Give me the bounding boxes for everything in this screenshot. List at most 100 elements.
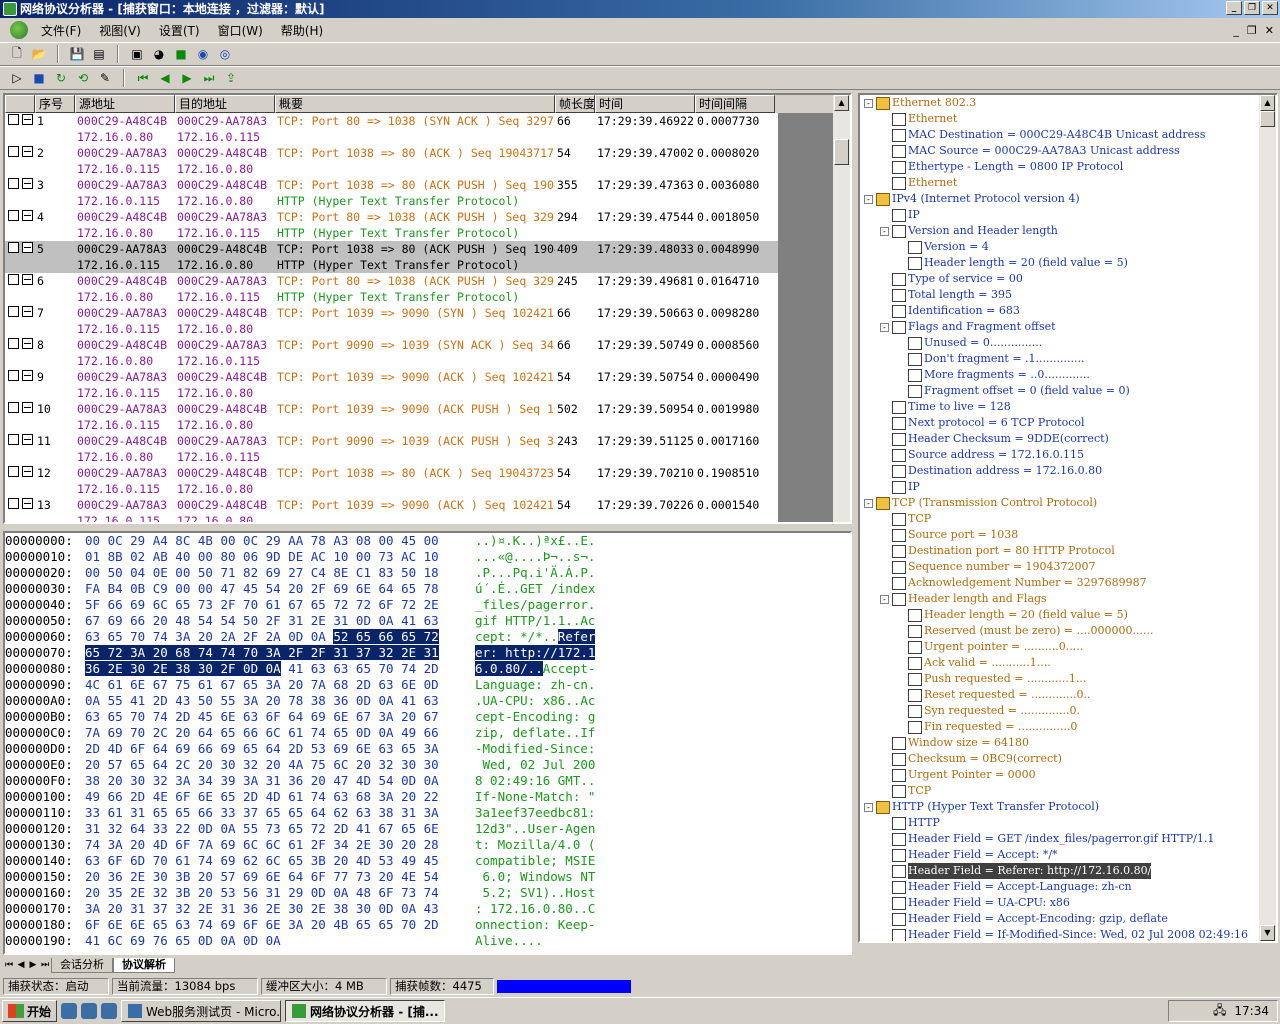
row-select-checkbox[interactable] bbox=[8, 114, 19, 125]
packet-row[interactable]: 7 000C29-AA78A3 172.16.0.115 000C29-A48C4B 1… bbox=[5, 305, 850, 337]
packet-row[interactable]: 12 000C29-AA78A3 172.16.0.115 000C29-A48C4B… bbox=[5, 465, 850, 497]
row-select-checkbox[interactable] bbox=[8, 498, 19, 509]
menu-settings[interactable]: 设置(T) bbox=[150, 22, 209, 39]
tree-leaf[interactable]: HTTP bbox=[880, 815, 940, 831]
explorer-icon[interactable] bbox=[81, 1003, 98, 1019]
row-collapse-toggle[interactable] bbox=[22, 274, 33, 285]
col-source[interactable]: 源地址 bbox=[75, 95, 175, 113]
tree-leaf[interactable]: Header length = 20 (field value = 5) bbox=[896, 607, 1128, 623]
tree-leaf[interactable]: Total length = 395 bbox=[880, 287, 1012, 303]
menu-file[interactable]: 文件(F) bbox=[32, 22, 90, 39]
row-collapse-toggle[interactable] bbox=[22, 402, 33, 413]
tree-leaf[interactable]: Urgent Pointer = 0000 bbox=[880, 767, 1036, 783]
packet-list[interactable]: 序号 源地址 目的地址 概要 帧长度 时间 时间间隔 1 000C29-A48C4… bbox=[3, 93, 852, 524]
tree-leaf[interactable]: Fragment offset = 0 (field value = 0) bbox=[896, 383, 1130, 399]
packet-list-scrollbar[interactable]: ▲ bbox=[833, 95, 850, 522]
next-packet-icon[interactable]: ▶ bbox=[178, 69, 196, 87]
tree-leaf[interactable]: Next protocol = 6 TCP Protocol bbox=[880, 415, 1085, 431]
tree-leaf[interactable]: - Header length and Flags bbox=[880, 591, 1047, 607]
tree-leaf[interactable]: Reserved (must be zero) = ....000000....… bbox=[896, 623, 1154, 639]
tree-leaf[interactable]: Acknowledgement Number = 3297689987 bbox=[880, 575, 1147, 591]
menu-help[interactable]: 帮助(H) bbox=[272, 22, 332, 39]
row-collapse-toggle[interactable] bbox=[22, 338, 33, 349]
row-select-checkbox[interactable] bbox=[8, 242, 19, 253]
last-packet-icon[interactable]: ⏭ bbox=[200, 69, 218, 87]
tree-leaf[interactable]: - Version and Header length bbox=[880, 223, 1058, 239]
desktop-icon[interactable] bbox=[101, 1003, 118, 1019]
tree-toggle-icon[interactable]: - bbox=[864, 498, 873, 508]
tree-leaf[interactable]: Identification = 683 bbox=[880, 303, 1020, 319]
tree-toggle-icon[interactable]: - bbox=[880, 322, 889, 332]
tree-leaf[interactable]: IP bbox=[880, 207, 920, 223]
tab-protocol-decode[interactable]: 协议解析 bbox=[113, 957, 175, 973]
edit-icon[interactable]: ✎ bbox=[96, 69, 114, 87]
col-delta[interactable]: 时间间隔 bbox=[695, 95, 775, 113]
tree-leaf[interactable]: IP bbox=[880, 479, 920, 495]
tree-leaf[interactable]: Header Field = Referer: http://172.16.0.… bbox=[880, 863, 1152, 879]
tree-leaf[interactable]: Header Checksum = 9DDE(correct) bbox=[880, 431, 1109, 447]
tree-leaf[interactable]: Unused = 0............... bbox=[896, 335, 1042, 351]
packet-row[interactable]: 6 000C29-A48C4B 172.16.0.80 000C29-AA78A3 17… bbox=[5, 273, 850, 305]
new-icon[interactable]: 🗋 bbox=[8, 45, 26, 63]
packet-row[interactable]: 3 000C29-AA78A3 172.16.0.115 000C29-A48C4B 1… bbox=[5, 177, 850, 209]
col-no[interactable]: 序号 bbox=[35, 95, 75, 113]
tree-toggle-icon[interactable]: - bbox=[864, 98, 873, 108]
tree-leaf[interactable]: Sequence number = 1904372007 bbox=[880, 559, 1096, 575]
tab-first-icon[interactable]: ⏮ bbox=[3, 960, 15, 970]
close-button[interactable]: ✕ bbox=[1262, 1, 1278, 15]
protocol-tree[interactable]: - Ethernet 802.3 Ethernet MAC Destination =… bbox=[858, 93, 1278, 943]
row-select-checkbox[interactable] bbox=[8, 178, 19, 189]
tab-session-analysis[interactable]: 会话分析 bbox=[51, 957, 113, 973]
refresh-icon[interactable]: ↻ bbox=[52, 69, 70, 87]
packet-row[interactable]: 13 000C29-AA78A3 172.16.0.115 000C29-A48C4B… bbox=[5, 497, 850, 522]
mdi-close-button[interactable]: ✕ bbox=[1265, 24, 1274, 37]
protocol-icon[interactable]: ◎ bbox=[216, 45, 234, 63]
row-select-checkbox[interactable] bbox=[8, 274, 19, 285]
row-collapse-toggle[interactable] bbox=[22, 466, 33, 477]
menu-window[interactable]: 窗口(W) bbox=[209, 22, 272, 39]
tree-leaf[interactable]: Destination port = 80 HTTP Protocol bbox=[880, 543, 1115, 559]
task-web-test[interactable]: Web服务测试页 - Micro... bbox=[121, 1000, 282, 1022]
tree-toggle-icon[interactable]: - bbox=[864, 194, 873, 204]
mdi-restore-button[interactable]: ❐ bbox=[1247, 24, 1257, 37]
packet-row[interactable]: 8 000C29-A48C4B 172.16.0.80 000C29-AA78A3 17… bbox=[5, 337, 850, 369]
packet-row[interactable]: 9 000C29-AA78A3 172.16.0.115 000C29-A48C4B 1… bbox=[5, 369, 850, 401]
tree-node[interactable]: - HTTP (Hyper Text Transfer Protocol) bbox=[864, 799, 1099, 815]
tree-leaf[interactable]: Reset requested = .............0.. bbox=[896, 687, 1091, 703]
stop-capture-icon[interactable]: ■ bbox=[30, 69, 48, 87]
col-destination[interactable]: 目的地址 bbox=[175, 95, 275, 113]
row-collapse-toggle[interactable] bbox=[22, 210, 33, 221]
col-length[interactable]: 帧长度 bbox=[555, 95, 595, 113]
menu-view[interactable]: 视图(V) bbox=[90, 22, 150, 39]
export-icon[interactable]: ⇪ bbox=[222, 69, 240, 87]
tree-toggle-icon[interactable]: - bbox=[880, 594, 889, 604]
tree-toggle-icon[interactable]: - bbox=[864, 802, 873, 812]
tree-leaf[interactable]: Header Field = If-Modified-Since: Wed, 0… bbox=[880, 927, 1248, 941]
start-capture-icon[interactable]: ▷ bbox=[8, 69, 26, 87]
packet-row[interactable]: 11 000C29-A48C4B 172.16.0.80 000C29-AA78A3 1… bbox=[5, 433, 850, 465]
network-icon[interactable]: ◉ bbox=[194, 45, 212, 63]
tree-leaf[interactable]: Fin requested = ...............0 bbox=[896, 719, 1077, 735]
first-packet-icon[interactable]: ⏮ bbox=[134, 69, 152, 87]
hex-dump[interactable]: 00000000: 00 0C 29 A4 8C 4B 00 0C 29 AA 7… bbox=[3, 531, 852, 955]
save-icon[interactable]: 💾 bbox=[68, 45, 86, 63]
prev-packet-icon[interactable]: ◀ bbox=[156, 69, 174, 87]
tree-leaf[interactable]: Push requested = ............1... bbox=[896, 671, 1086, 687]
row-collapse-toggle[interactable] bbox=[22, 178, 33, 189]
packet-row[interactable]: 1 000C29-A48C4B 172.16.0.80 000C29-AA78A3 17… bbox=[5, 113, 850, 145]
tree-leaf[interactable]: - Flags and Fragment offset bbox=[880, 319, 1056, 335]
col-summary[interactable]: 概要 bbox=[275, 95, 555, 113]
tree-leaf[interactable]: Type of service = 00 bbox=[880, 271, 1023, 287]
tree-leaf[interactable]: Checksum = 0BC9(correct) bbox=[880, 751, 1062, 767]
network-tray-icon[interactable]: 🖧 bbox=[1213, 1001, 1226, 1022]
ie-icon[interactable] bbox=[61, 1003, 78, 1019]
row-select-checkbox[interactable] bbox=[8, 338, 19, 349]
tree-node[interactable]: - Ethernet 802.3 bbox=[864, 95, 976, 111]
monitor-icon[interactable]: ■ bbox=[172, 45, 190, 63]
tree-leaf[interactable]: Header Field = UA-CPU: x86 bbox=[880, 895, 1070, 911]
tree-leaf[interactable]: Time to live = 128 bbox=[880, 399, 1011, 415]
protocol-tree-scrollbar[interactable]: ▲ ▼ bbox=[1259, 95, 1276, 941]
tree-leaf[interactable]: Version = 4 bbox=[896, 239, 989, 255]
row-select-checkbox[interactable] bbox=[8, 434, 19, 445]
row-select-checkbox[interactable] bbox=[8, 146, 19, 157]
